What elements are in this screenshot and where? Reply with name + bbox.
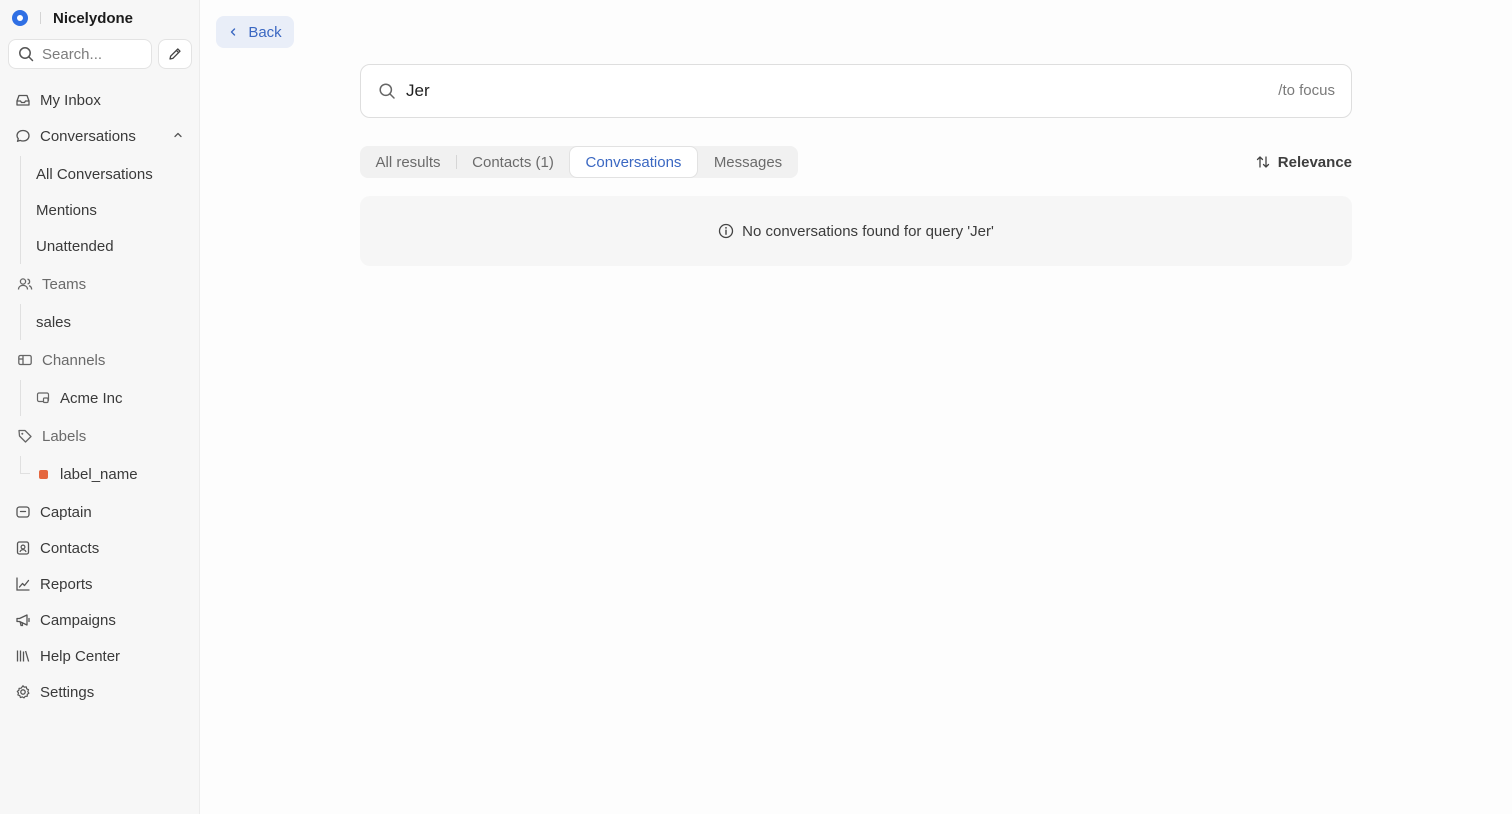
sidebar-search-input[interactable]: Search... [8, 39, 152, 69]
sidebar-item-label: label_name [60, 465, 138, 483]
pencil-icon [169, 48, 181, 60]
compose-button[interactable] [158, 39, 192, 69]
sort-arrows-icon [1256, 156, 1269, 168]
chart-line-icon [14, 575, 32, 593]
sidebar-item-reports[interactable]: Reports [8, 568, 192, 600]
megaphone-icon [14, 611, 32, 629]
sidebar-item-help-center[interactable]: Help Center [8, 640, 192, 672]
submenu-guide-elbow [20, 473, 30, 474]
inbox-icon [14, 91, 32, 109]
submenu-guide-line [20, 380, 21, 416]
tab-contacts[interactable]: Contacts (1) [457, 146, 569, 178]
tab-conversations[interactable]: Conversations [569, 146, 698, 178]
sidebar-item-team-sales[interactable]: sales [36, 308, 71, 336]
brand[interactable]: Nicelydone [12, 8, 133, 28]
sidebar-item-settings[interactable]: Settings [8, 676, 192, 708]
sort-label: Relevance [1277, 153, 1352, 171]
chevron-up-icon[interactable] [172, 129, 184, 141]
sidebar-item-label: Teams [42, 275, 87, 293]
inbox-channel-icon [36, 391, 50, 405]
sidebar-item-conversations[interactable]: Conversations [8, 120, 192, 152]
channel-icon [16, 351, 34, 369]
sidebar-item-label: Channels [42, 351, 106, 369]
back-button-label: Back [248, 23, 282, 41]
sidebar-item-label: Help Center [40, 647, 121, 665]
info-icon [718, 223, 734, 239]
sidebar-item-label: My Inbox [40, 91, 101, 109]
empty-state: No conversations found for query 'Jer' [360, 196, 1352, 266]
label-color-dot [39, 469, 48, 479]
sidebar-item-all-conversations[interactable]: All Conversations [36, 160, 153, 188]
sidebar-item-label: Labels [42, 427, 87, 445]
tab-all-results[interactable]: All results [360, 146, 456, 178]
sort-dropdown[interactable]: Relevance [1256, 151, 1352, 173]
search-shortcut-hint: /to focus [1278, 82, 1335, 99]
sidebar-item-mentions[interactable]: Mentions [36, 196, 97, 224]
sidebar-item-label: Settings [40, 683, 95, 701]
brand-name: Nicelydone [53, 9, 134, 27]
brand-logo-icon [12, 10, 28, 26]
gear-icon [14, 683, 32, 701]
search-query-text: Jer [406, 81, 430, 100]
sidebar-item-label: Conversations [40, 127, 136, 145]
sidebar-item-labels[interactable]: Labels [8, 420, 192, 452]
contact-card-icon [14, 539, 32, 557]
chat-bubble-icon [14, 127, 32, 145]
sidebar-item-captain[interactable]: Captain [8, 496, 192, 528]
submenu-guide-line [20, 456, 21, 474]
submenu-guide-line [20, 156, 21, 264]
search-icon [19, 47, 34, 62]
library-icon [14, 647, 32, 665]
submenu-guide-line [20, 304, 21, 340]
search-input[interactable]: Jer /to focus [360, 64, 1352, 118]
sidebar-item-channel-acme[interactable]: Acme Inc [36, 384, 123, 412]
sidebar-search-placeholder: Search... [42, 45, 103, 63]
tag-icon [16, 427, 34, 445]
sidebar-item-label: Contacts [40, 539, 100, 557]
bot-icon [14, 503, 32, 521]
brand-divider [40, 12, 41, 24]
sidebar-item-unattended[interactable]: Unattended [36, 232, 114, 260]
sidebar-item-my-inbox[interactable]: My Inbox [8, 84, 192, 116]
sidebar-item-teams[interactable]: Teams [8, 268, 192, 300]
users-icon [16, 275, 34, 293]
empty-state-message: No conversations found for query 'Jer' [742, 222, 994, 240]
sidebar-item-label: Reports [40, 575, 93, 593]
result-tabs: All results Contacts (1) Conversations M… [360, 146, 798, 178]
sidebar-item-contacts[interactable]: Contacts [8, 532, 192, 564]
search-icon [379, 83, 395, 99]
chevron-left-icon [231, 28, 236, 36]
sidebar-item-label-name[interactable]: label_name [36, 460, 138, 488]
sidebar-item-label: Campaigns [40, 611, 116, 629]
sidebar-item-campaigns[interactable]: Campaigns [8, 604, 192, 636]
tab-messages[interactable]: Messages [698, 146, 798, 178]
sidebar-item-label: Acme Inc [60, 389, 123, 407]
sidebar: Nicelydone Search... My Inbox Conversati… [0, 0, 200, 814]
sidebar-item-channels[interactable]: Channels [8, 344, 192, 376]
sidebar-item-label: Captain [40, 503, 92, 521]
back-button[interactable]: Back [216, 16, 294, 48]
